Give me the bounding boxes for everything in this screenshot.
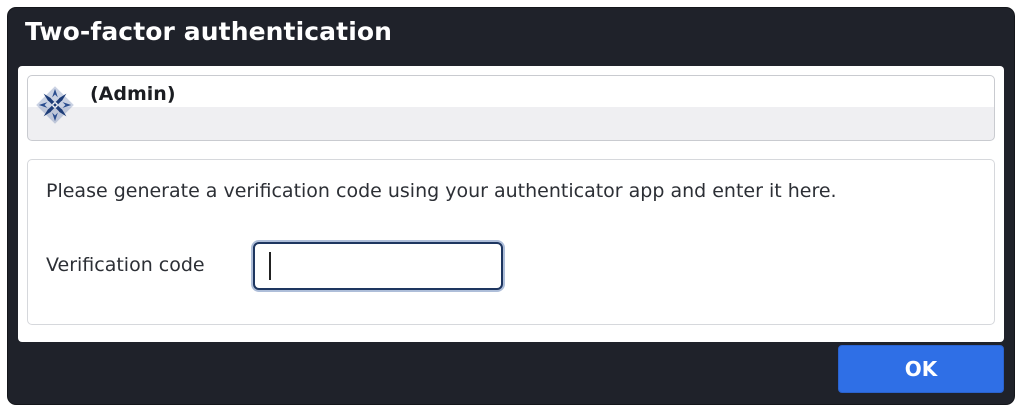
verification-form: Please generate a verification code usin…: [27, 159, 995, 325]
dialog-titlebar: Two-factor authentication: [8, 8, 1014, 64]
user-name: (Admin): [90, 83, 176, 105]
text-caret: [269, 252, 271, 280]
verification-code-label: Verification code: [46, 254, 205, 276]
dialog-title: Two-factor authentication: [25, 17, 393, 46]
ok-button[interactable]: OK: [838, 345, 1004, 393]
two-factor-dialog: Two-factor authentication (Admin) Please…: [8, 8, 1014, 404]
user-panel: (Admin): [27, 75, 995, 141]
verification-code-input[interactable]: [253, 242, 503, 290]
instructions-text: Please generate a verification code usin…: [46, 180, 837, 202]
snowflake-logo-icon: [36, 86, 74, 124]
dialog-content: (Admin) Please generate a verification c…: [18, 66, 1004, 342]
